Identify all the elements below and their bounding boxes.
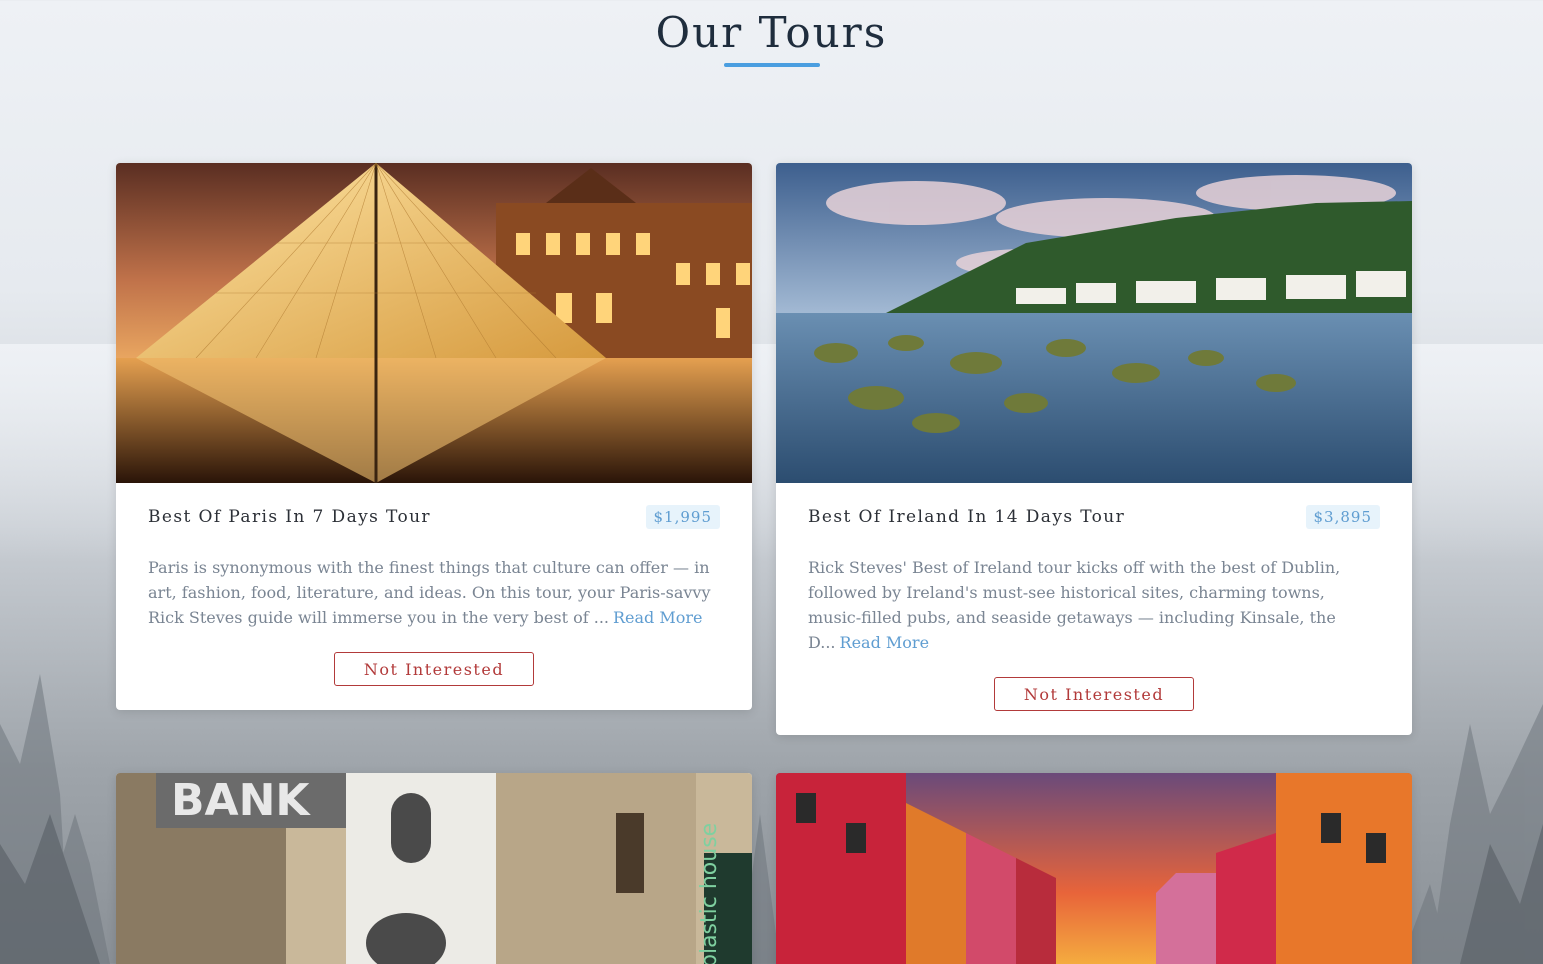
plastic-house-sign-text: plastic house <box>697 823 722 964</box>
not-interested-button[interactable]: Not Interested <box>994 677 1194 711</box>
tour-card-4 <box>776 773 1412 964</box>
not-interested-button[interactable]: Not Interested <box>334 652 534 686</box>
tour-card-3: BANK plastic house <box>116 773 752 964</box>
tour-image-3[interactable]: BANK plastic house <box>116 773 752 964</box>
tour-card-ireland: Best Of Ireland In 14 Days Tour $3,895 R… <box>776 163 1412 735</box>
title-underline <box>723 63 820 67</box>
tour-image-paris[interactable] <box>116 163 752 483</box>
tour-title: Best Of Paris In 7 Days Tour <box>148 507 431 527</box>
tour-image-ireland[interactable] <box>776 163 1412 483</box>
bank-sign-text: BANK <box>171 775 311 826</box>
price-badge: $3,895 <box>1305 505 1380 529</box>
tour-card-paris: Best Of Paris In 7 Days Tour $1,995 Pari… <box>116 163 752 710</box>
tour-description: Rick Steves' Best of Ireland tour kicks … <box>808 555 1380 655</box>
tour-title: Best Of Ireland In 14 Days Tour <box>808 507 1126 527</box>
header: Our Tours <box>0 0 1543 67</box>
read-more-link[interactable]: Read More <box>840 633 930 652</box>
price-badge: $1,995 <box>645 505 720 529</box>
read-more-link[interactable]: Read More <box>613 608 703 627</box>
page-title: Our Tours <box>655 8 888 57</box>
tour-description: Paris is synonymous with the finest thin… <box>148 555 720 630</box>
tour-image-4[interactable] <box>776 773 1412 964</box>
